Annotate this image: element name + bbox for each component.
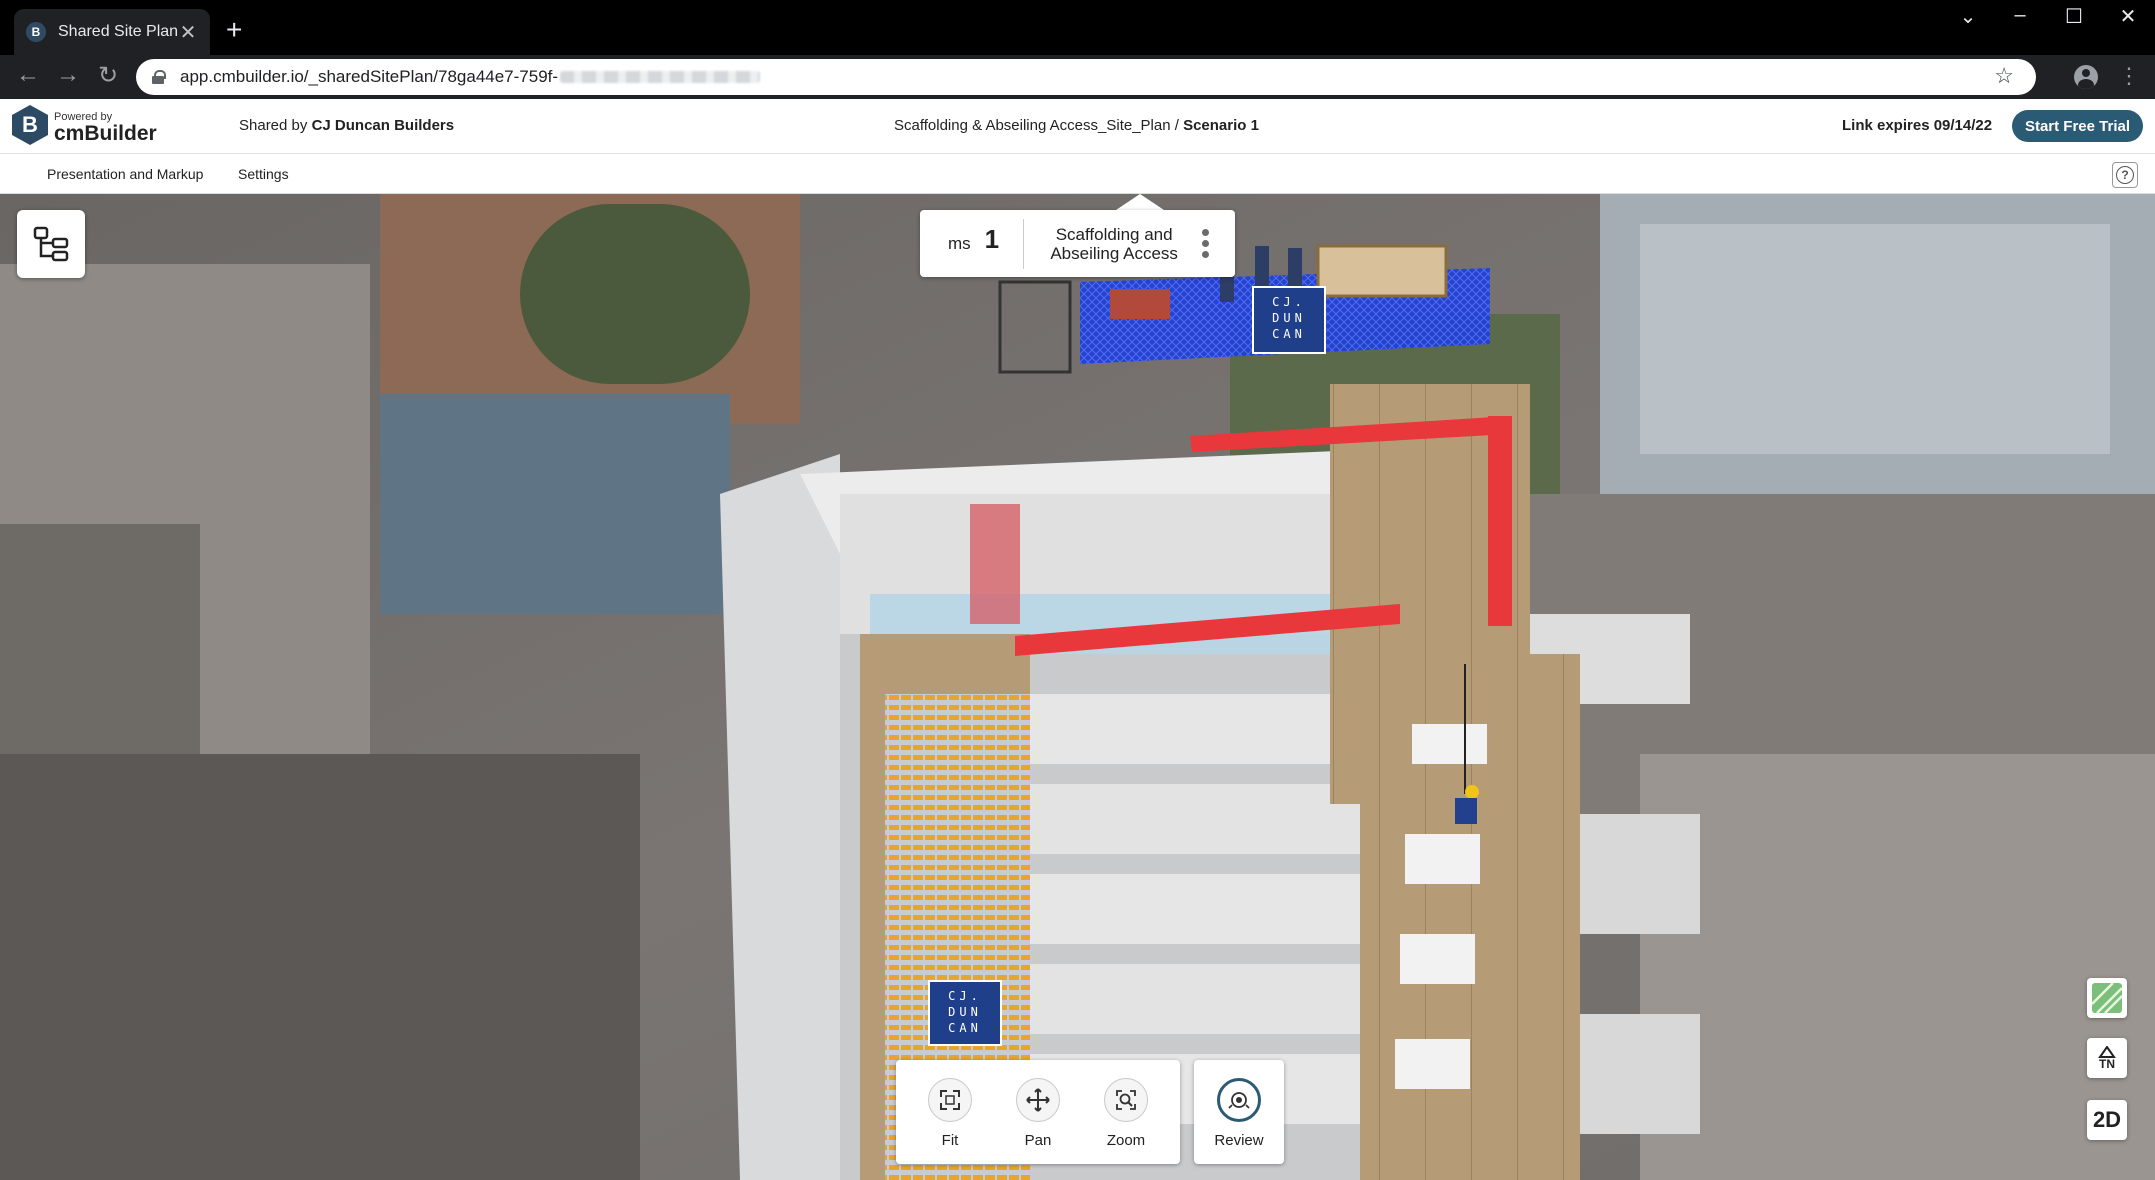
shared-by-name: CJ Duncan Builders <box>311 117 455 134</box>
shared-by: Shared by CJ Duncan Builders <box>239 117 454 134</box>
aerial-roof-bottom-left <box>0 754 640 1180</box>
cladding-window-4 <box>1395 1039 1470 1089</box>
signage-roof-line2: DUN <box>1272 311 1306 325</box>
2d-view-label: 2D <box>2092 1107 2122 1132</box>
bookmark-star-icon[interactable]: ☆ <box>1994 63 2014 89</box>
navigation-toolbar: Fit Pan Zoom Review <box>896 1060 1284 1164</box>
review-icon <box>1217 1078 1261 1122</box>
logo-mark-icon: B <box>12 105 48 145</box>
scenario-card[interactable]: ms 1 Scaffolding and Abseiling Access <box>920 210 1235 277</box>
site-scene[interactable] <box>0 194 2155 1180</box>
aerial-building-right-lower <box>1640 754 2155 1180</box>
cladding-window-3 <box>1400 934 1475 984</box>
minimize-icon[interactable]: – <box>1996 4 2044 27</box>
browser-menu-icon[interactable]: ⋮ <box>2118 63 2140 89</box>
brand-name: cmBuilder <box>54 122 157 145</box>
pan-button[interactable]: Pan <box>994 1060 1082 1164</box>
scenario-card-title: Scaffolding and Abseiling Access <box>1044 225 1184 263</box>
scenario-number: 1 <box>984 224 1000 254</box>
shared-by-prefix: Shared by <box>239 117 308 134</box>
back-icon[interactable]: ← <box>12 61 44 89</box>
tab-search-icon[interactable]: ⌄ <box>1944 4 1992 29</box>
review-tools-group: Review <box>1194 1060 1284 1164</box>
redacted-url-segment <box>560 71 761 83</box>
url-text: app.cmbuilder.io/_sharedSitePlan/78ga44e… <box>180 67 559 86</box>
3d-viewport[interactable]: CJ. DUN CAN CJ. DUN CAN ms 1 Scaffolding… <box>0 194 2155 1180</box>
favicon-icon: B <box>26 22 46 42</box>
fit-icon <box>928 1078 972 1122</box>
tab-settings[interactable]: Settings <box>238 166 289 182</box>
signage-tower-line2: DUN <box>948 1005 982 1019</box>
aerial-tree <box>520 204 750 384</box>
true-north-button[interactable]: TN <box>2087 1038 2127 1078</box>
review-label: Review <box>1214 1132 1264 1149</box>
zoom-button[interactable]: Zoom <box>1082 1060 1170 1164</box>
maximize-icon[interactable]: ☐ <box>2050 4 2098 29</box>
signage-tower-line1: CJ. <box>948 989 982 1003</box>
pan-label: Pan <box>1024 1132 1052 1149</box>
map-layer-button[interactable] <box>2087 978 2127 1018</box>
roof-bench <box>1110 289 1170 319</box>
tab-presentation-and-markup[interactable]: Presentation and Markup <box>47 166 203 182</box>
app-tab-bar: Presentation and Markup Settings ? <box>0 154 2155 194</box>
more-options-icon[interactable] <box>1202 229 1210 258</box>
help-icon: ? <box>2116 166 2134 184</box>
signage-tower: CJ. DUN CAN <box>928 980 1002 1046</box>
cladding-window-1 <box>1412 724 1487 764</box>
cmbuilder-logo[interactable]: B Powered by cmBuilder <box>12 105 157 145</box>
signage-roof-line3: CAN <box>1272 327 1306 341</box>
scenario-tree-button[interactable] <box>17 210 85 278</box>
close-window-icon[interactable]: ✕ <box>2104 4 2152 29</box>
new-tab-icon[interactable]: + <box>226 16 242 44</box>
2d-view-button[interactable]: 2D <box>2087 1100 2127 1140</box>
scenario-name: Scenario 1 <box>1183 117 1259 134</box>
signage-tower-line3: CAN <box>948 1021 982 1035</box>
plan-name: Scaffolding & Abseiling Access_Site_Plan… <box>894 117 1179 134</box>
cladding-window-2 <box>1405 834 1480 884</box>
scenario-card-caret <box>1116 194 1164 210</box>
tab-title: Shared Site Plans - <box>58 23 178 40</box>
aerial-pool <box>380 394 730 614</box>
zoom-label: Zoom <box>1106 1132 1146 1149</box>
fit-label: Fit <box>941 1132 959 1149</box>
reload-icon[interactable]: ↻ <box>92 61 124 90</box>
roof-hoist-box <box>1316 244 1448 298</box>
address-bar[interactable]: app.cmbuilder.io/_sharedSitePlan/78ga44e… <box>136 59 2036 95</box>
app-header: B Powered by cmBuilder Shared by CJ Dunc… <box>0 99 2155 154</box>
abseil-worker-helmet <box>1465 785 1479 799</box>
abseil-worker-body <box>1455 798 1477 824</box>
plan-title: Scaffolding & Abseiling Access_Site_Plan… <box>894 117 1259 134</box>
edge-protection-riser <box>1488 416 1512 626</box>
browser-tab[interactable]: B Shared Site Plans - ✕ <box>14 9 210 55</box>
scenario-divider <box>1023 218 1025 269</box>
map-layer-icon <box>2091 982 2123 1014</box>
view-tools-group: Fit Pan Zoom <box>896 1060 1180 1164</box>
scenario-prefix: ms <box>948 233 971 253</box>
lock-icon[interactable] <box>152 70 166 84</box>
start-free-trial-button[interactable]: Start Free Trial <box>2012 110 2143 142</box>
hierarchy-icon <box>33 226 69 262</box>
true-north-label: TN <box>2099 1057 2115 1071</box>
forward-icon[interactable]: → <box>52 61 84 89</box>
aerial-roof-right-inner <box>1640 224 2110 454</box>
zoom-icon <box>1104 1078 1148 1122</box>
signage-roof-line1: CJ. <box>1272 295 1306 309</box>
browser-toolbar: ← → ↻ app.cmbuilder.io/_sharedSitePlan/7… <box>0 55 2155 99</box>
pan-icon <box>1016 1078 1060 1122</box>
building-left-face <box>720 454 840 1180</box>
help-button[interactable]: ? <box>2112 162 2138 188</box>
signage-roof: CJ. DUN CAN <box>1252 286 1326 354</box>
browser-tab-strip: B Shared Site Plans - ✕ + ⌄ – ☐ ✕ <box>0 0 2155 55</box>
scenario-title-line2: Abseiling Access <box>1050 243 1178 263</box>
link-expiry: Link expires 09/14/22 <box>1842 117 1993 134</box>
red-column-1 <box>970 504 1020 624</box>
scenario-title-line1: Scaffolding and <box>1055 224 1173 244</box>
close-tab-icon[interactable]: ✕ <box>178 20 198 45</box>
profile-icon[interactable] <box>2074 65 2098 89</box>
fit-button[interactable]: Fit <box>906 1060 994 1164</box>
review-button[interactable]: Review <box>1204 1060 1274 1164</box>
